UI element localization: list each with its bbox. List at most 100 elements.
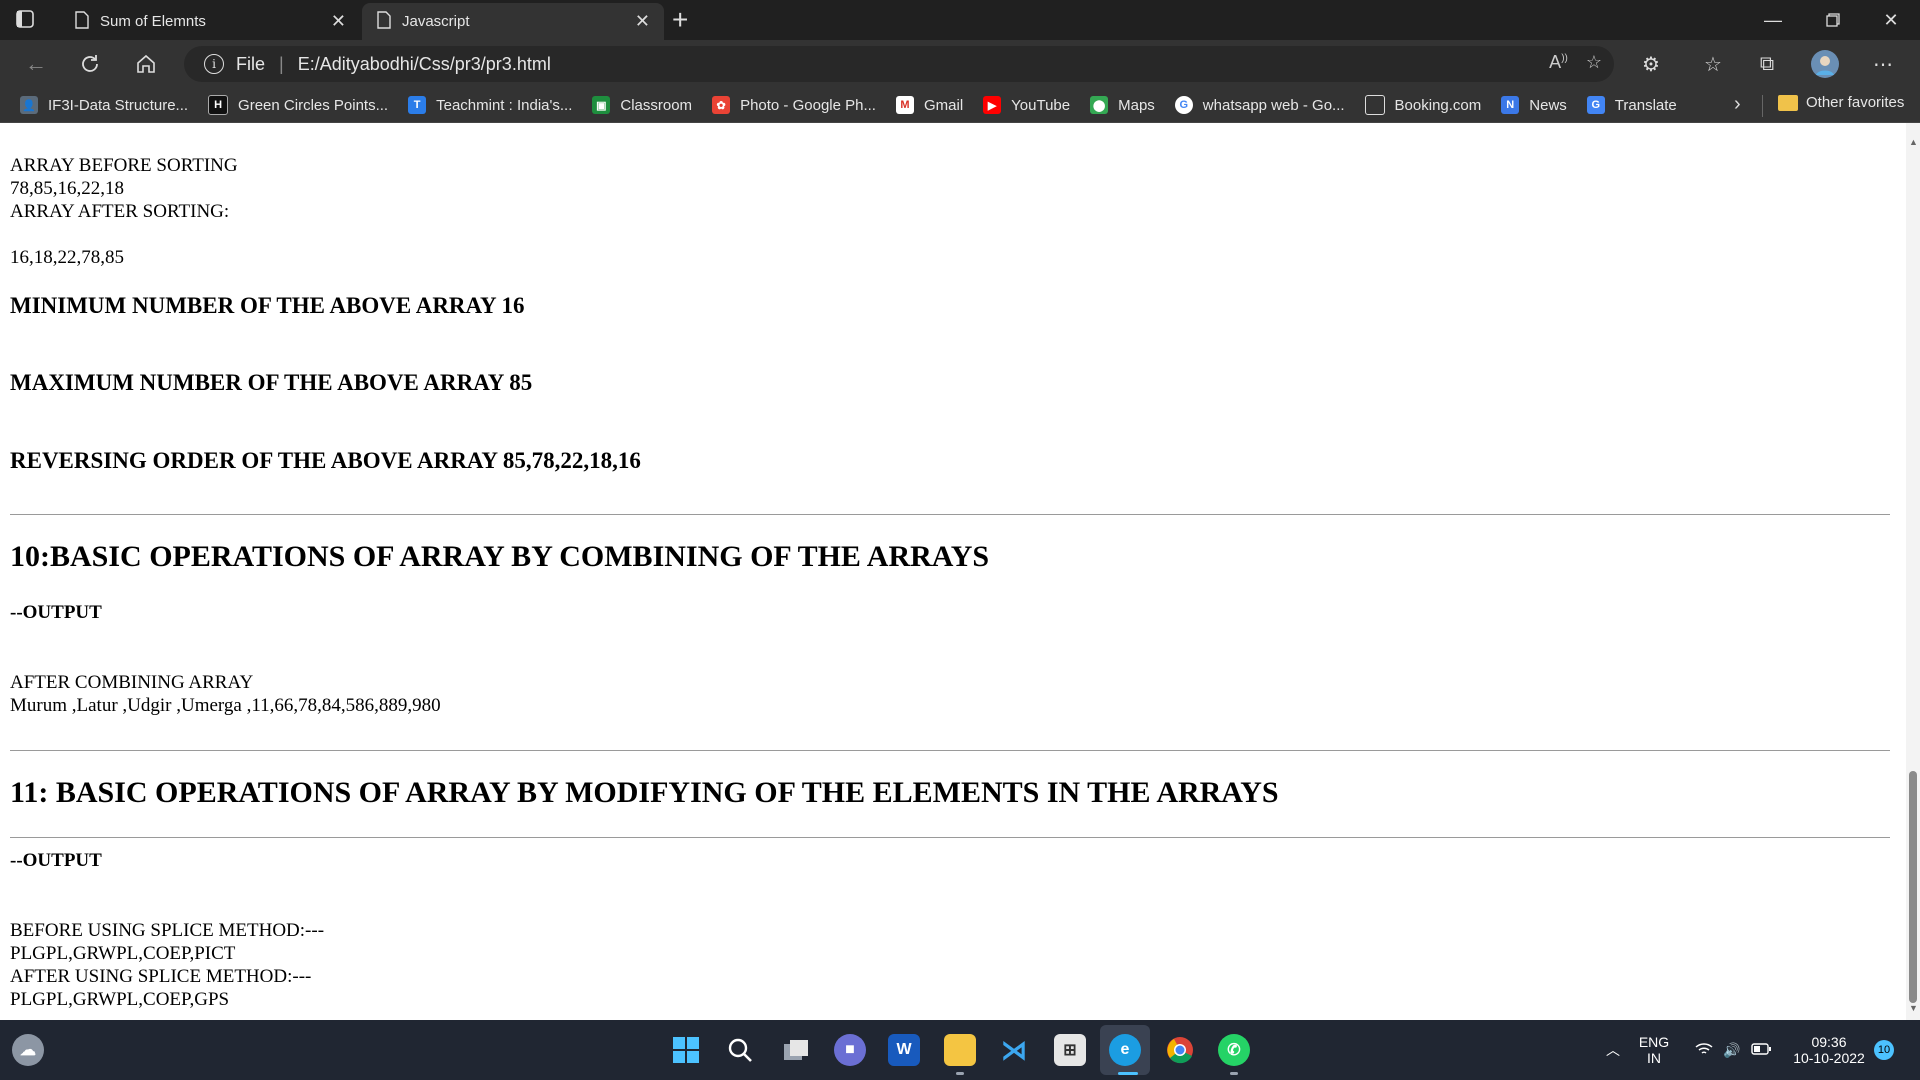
info-icon[interactable]: i [204, 54, 224, 74]
gmail-icon: M [895, 96, 914, 114]
teachmint-icon: T [408, 96, 427, 114]
home-button[interactable] [128, 48, 164, 80]
page-icon [376, 10, 392, 33]
favorites-bar: 👤 IF3I-Data Structure... H Green Circles P… [0, 88, 1920, 123]
edge-icon[interactable]: e [1109, 1034, 1141, 1066]
divider [10, 837, 1890, 838]
favorite-item[interactable]: N News [1501, 96, 1567, 114]
vscode-icon[interactable]: ⋊ [998, 1034, 1030, 1066]
system-tray-icons[interactable]: 🔊 [1688, 1020, 1778, 1080]
page-icon [1364, 95, 1385, 115]
close-icon[interactable]: ✕ [331, 11, 346, 32]
task-view-icon[interactable] [780, 1034, 812, 1066]
minimize-button[interactable]: — [1744, 0, 1802, 40]
collections-icon[interactable]: ⧉ [1752, 50, 1782, 78]
youtube-icon: ▶ [983, 96, 1002, 114]
tab-sum-of-elements[interactable]: Sum of Elemnts ✕ [60, 3, 360, 40]
favorite-item[interactable]: ▣ Classroom [592, 96, 692, 114]
reverse-heading: REVERSING ORDER OF THE ABOVE ARRAY 85,78… [10, 448, 641, 473]
restore-button[interactable] [1804, 0, 1862, 40]
search-icon[interactable] [724, 1034, 756, 1066]
tab-strip: Sum of Elemnts ✕ Javascript ✕ + — ✕ [0, 0, 1920, 40]
add-favorite-icon[interactable]: ☆ [1586, 52, 1602, 73]
start-icon[interactable] [670, 1034, 702, 1066]
array-before-values: 78,85,16,22,18 [10, 178, 124, 199]
address-bar[interactable]: i File | E:/Adityabodhi/Css/pr3/pr3.html… [184, 46, 1614, 82]
chrome-icon[interactable] [1164, 1034, 1196, 1066]
favorite-item[interactable]: M Gmail [895, 96, 963, 114]
folder-icon [1778, 94, 1798, 111]
file-explorer-icon[interactable] [944, 1034, 976, 1066]
read-aloud-icon[interactable]: A)) [1549, 52, 1568, 73]
array-before-label: ARRAY BEFORE SORTING [10, 155, 238, 176]
tab-label: Sum of Elemnts [100, 13, 206, 30]
back-button[interactable]: ← [18, 48, 54, 80]
scheme-label: File [236, 53, 266, 74]
browser-toolbar: ← i File | E:/Adityabodhi/Css/pr3/pr3.ht… [0, 40, 1920, 88]
photos-icon: ✿ [712, 96, 731, 114]
output-label: --OUTPUT [10, 602, 102, 623]
before-splice-values: PLGPL,GRWPL,COEP,PICT [10, 943, 236, 964]
maps-icon: ⬤ [1090, 96, 1109, 114]
new-tab-button[interactable]: + [672, 6, 688, 34]
chevron-right-icon[interactable]: › [1734, 93, 1741, 116]
chevron-up-icon[interactable]: ︿ [1600, 1020, 1626, 1080]
scroll-up-icon[interactable]: ▲ [1909, 137, 1918, 147]
url-text[interactable]: E:/Adityabodhi/Css/pr3/pr3.html [298, 54, 551, 75]
divider: | [279, 53, 284, 74]
close-icon[interactable]: ✕ [635, 11, 650, 32]
tab-actions-icon[interactable] [14, 8, 40, 32]
favorite-item[interactable]: T Teachmint : India's... [408, 96, 572, 114]
store-icon[interactable]: ⊞ [1054, 1034, 1086, 1066]
classroom-icon: ▣ [592, 96, 611, 114]
notification-badge[interactable]: 10 [1874, 1040, 1894, 1060]
vertical-scrollbar[interactable]: ▲ ▼ [1906, 123, 1920, 1020]
array-after-values: 16,18,22,78,85 [10, 247, 124, 268]
favorite-item[interactable]: H Green Circles Points... [208, 95, 388, 115]
favorites-icon[interactable]: ☆ [1698, 50, 1728, 78]
combined-values: Murum ,Latur ,Udgir ,Umerga ,11,66,78,84… [10, 695, 441, 716]
after-splice-values: PLGPL,GRWPL,COEP,GPS [10, 989, 230, 1010]
running-indicator [956, 1072, 964, 1075]
array-after-label: ARRAY AFTER SORTING: [10, 201, 230, 222]
refresh-button[interactable] [72, 48, 108, 80]
word-icon[interactable]: W [888, 1034, 920, 1066]
volume-icon: 🔊 [1723, 1041, 1741, 1058]
other-favorites[interactable]: Other favorites [1778, 94, 1904, 111]
favorite-item[interactable]: ✿ Photo - Google Ph... [712, 96, 876, 114]
favorite-item[interactable]: Gwhatsapp web - Go... [1174, 96, 1345, 114]
before-splice-label: BEFORE USING SPLICE METHOD:--- [10, 920, 325, 941]
combined-label: AFTER COMBINING ARRAY [10, 672, 254, 693]
weather-icon[interactable]: ☁ [12, 1034, 44, 1066]
favorite-item[interactable]: Booking.com [1364, 95, 1481, 115]
divider [10, 514, 1890, 515]
divider [10, 750, 1890, 751]
scroll-thumb[interactable] [1909, 771, 1917, 1003]
favorite-item[interactable]: 👤 IF3I-Data Structure... [20, 96, 188, 114]
favorite-item[interactable]: ▶ YouTube [983, 96, 1070, 114]
active-indicator [1118, 1072, 1138, 1075]
tab-label: Javascript [402, 13, 470, 30]
clock[interactable]: 09:36 10-10-2022 [1784, 1020, 1874, 1080]
translate-icon: G [1586, 96, 1605, 114]
chat-icon[interactable]: ■ [834, 1034, 866, 1066]
wifi-icon [1695, 1042, 1713, 1059]
maximum-heading: MAXIMUM NUMBER OF THE ABOVE ARRAY 85 [10, 370, 533, 395]
avatar[interactable] [1810, 50, 1840, 78]
close-window-button[interactable]: ✕ [1862, 0, 1920, 40]
whatsapp-icon[interactable]: ✆ [1218, 1034, 1250, 1066]
tab-javascript[interactable]: Javascript ✕ [362, 3, 664, 40]
user-icon: 👤 [20, 96, 38, 114]
taskbar: ☁ ■ W ⋊ ⊞ e ✆ ︿ ENG IN 🔊 09:36 10-10-202… [0, 1020, 1920, 1080]
battery-icon [1751, 1042, 1771, 1058]
news-icon: N [1501, 96, 1520, 114]
favorite-item[interactable]: ⬤ Maps [1090, 96, 1155, 114]
section-11-title: 11: BASIC OPERATIONS OF ARRAY BY MODIFYI… [10, 776, 1279, 809]
hc-icon: H [208, 95, 229, 115]
scroll-down-icon[interactable]: ▼ [1909, 1003, 1918, 1013]
favorite-item[interactable]: G Translate [1586, 96, 1677, 114]
language-indicator[interactable]: ENG IN [1636, 1020, 1672, 1080]
extensions-icon[interactable]: ⚙ [1636, 50, 1666, 78]
more-icon[interactable]: ⋯ [1868, 50, 1898, 78]
running-indicator [1230, 1072, 1238, 1075]
